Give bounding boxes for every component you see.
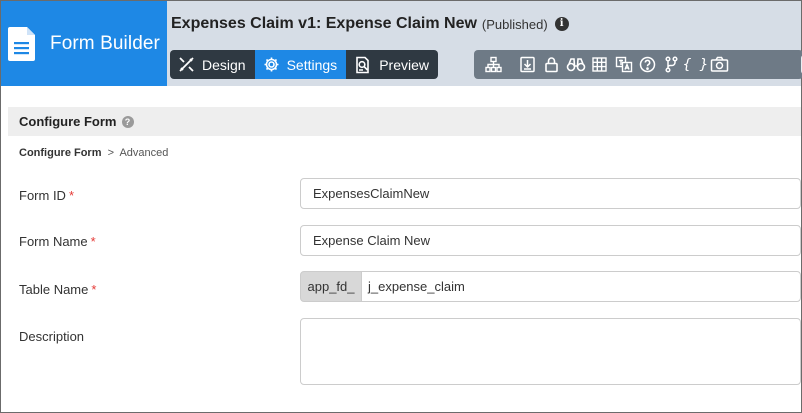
branch-icon[interactable] (661, 54, 682, 75)
configure-form-panel: Configure Form ? Configure Form > Advanc… (8, 86, 801, 412)
required-marker: * (90, 234, 96, 249)
table-name-label: Table Name * (19, 282, 96, 297)
export-icon[interactable] (517, 54, 538, 75)
tab-settings-label: Settings (286, 56, 338, 73)
breadcrumb: Configure Form > Advanced (19, 147, 168, 159)
grid-icon[interactable] (589, 54, 610, 75)
braces-icon[interactable]: { } (682, 54, 709, 75)
form-id-label: Form ID * (19, 188, 74, 203)
info-icon[interactable]: i (554, 17, 569, 31)
form-id-value: ExpensesClaimNew (313, 186, 430, 201)
form-name-input[interactable]: Expense Claim New (300, 225, 801, 256)
section-title: Configure Form (19, 114, 117, 129)
hierarchy-icon[interactable] (483, 54, 504, 75)
form-title: Expenses Claim v1: Expense Claim New (Pu… (171, 15, 569, 33)
description-label-text: Description (19, 329, 85, 344)
question-icon[interactable]: ? (121, 115, 134, 128)
breadcrumb-separator: > (107, 147, 114, 159)
table-prefix-addon: app_fd_ (300, 271, 362, 302)
description-label: Description (19, 329, 84, 344)
required-marker: * (68, 188, 75, 203)
table-name-value: j_expense_claim (368, 279, 465, 294)
translate-icon[interactable] (613, 54, 634, 75)
tab-preview[interactable]: Preview (346, 50, 438, 79)
required-marker: * (91, 282, 97, 297)
camera-icon[interactable] (709, 54, 730, 75)
breadcrumb-advanced[interactable]: Advanced (119, 147, 168, 159)
form-id-input[interactable]: ExpensesClaimNew (300, 178, 801, 209)
form-id-label-text: Form ID (19, 188, 66, 203)
document-icon (8, 26, 35, 61)
preview-document-icon (356, 56, 369, 73)
tab-preview-label: Preview (379, 56, 429, 73)
form-name-label-text: Form Name (19, 234, 88, 249)
description-textarea[interactable] (300, 318, 801, 385)
lock-icon[interactable] (541, 54, 562, 75)
tab-settings[interactable]: Settings (254, 50, 347, 79)
tab-design-label: Design (202, 56, 246, 73)
gear-icon (264, 57, 279, 72)
section-header: Configure Form ? (8, 107, 801, 136)
form-name: Expenses Claim v1: Expense Claim New (171, 15, 477, 32)
mode-tabs: Design Settings Preview (170, 50, 438, 79)
top-bar: Expenses Claim v1: Expense Claim New (Pu… (167, 1, 802, 86)
tools-toolbar: { } › (474, 50, 802, 79)
publish-status: (Published) (481, 16, 548, 32)
table-name-input[interactable]: j_expense_claim (361, 271, 801, 302)
form-builder-brand: Form Builder (1, 1, 167, 86)
table-name-label-text: Table Name (19, 282, 89, 297)
help-icon[interactable] (637, 54, 658, 75)
form-name-label: Form Name * (19, 234, 96, 249)
form-name-value: Expense Claim New (313, 233, 431, 248)
tab-design[interactable]: Design (170, 50, 255, 79)
app-title: Form Builder (50, 32, 160, 54)
design-tools-icon (179, 57, 194, 72)
breadcrumb-current[interactable]: Configure Form (19, 147, 102, 159)
braces-glyph: { } (682, 56, 709, 73)
binoculars-icon[interactable] (565, 54, 586, 75)
